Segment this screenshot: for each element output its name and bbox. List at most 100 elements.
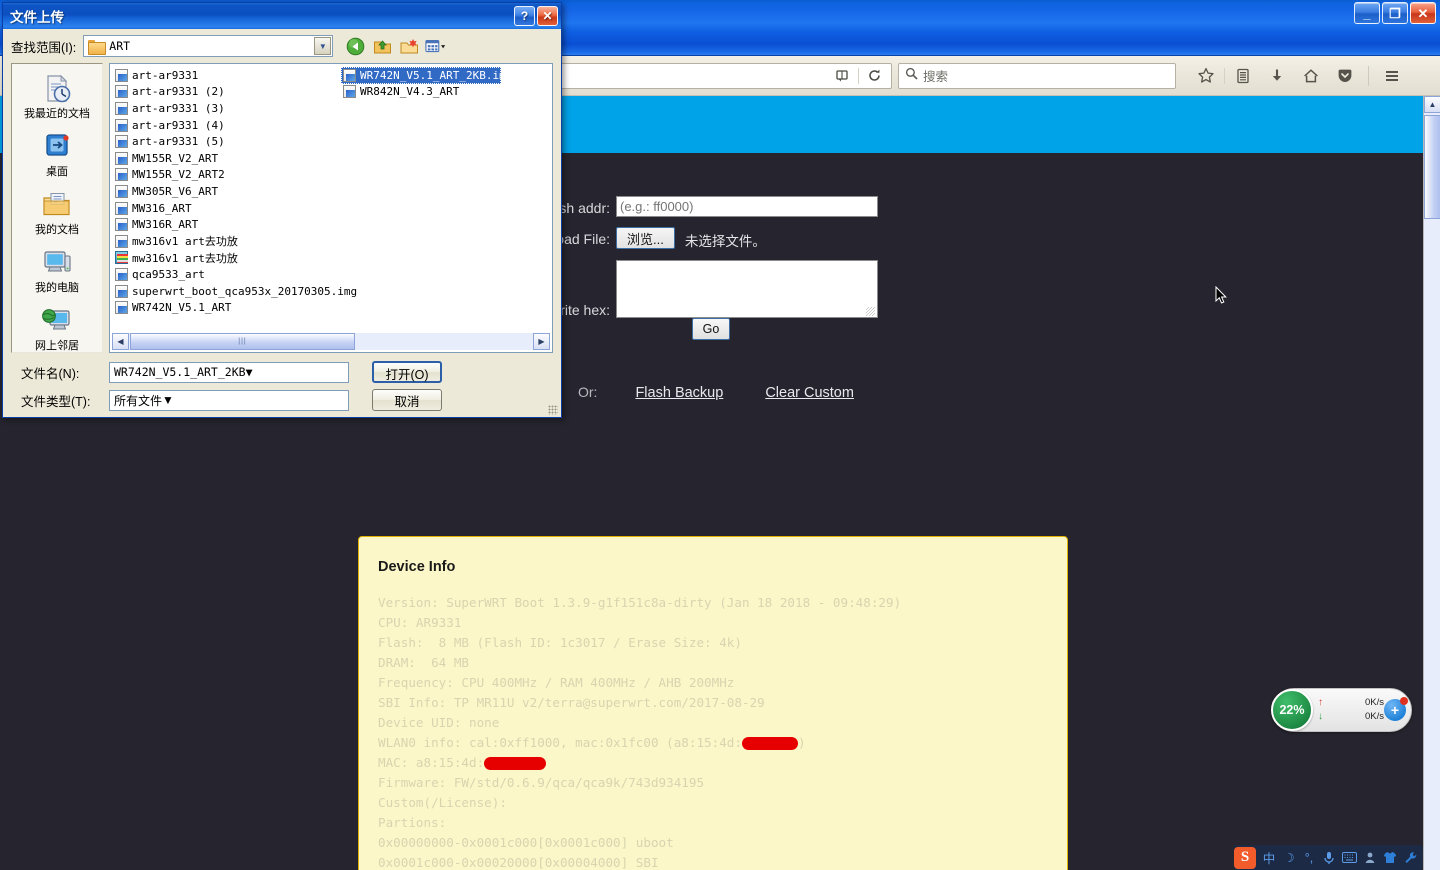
dialog-titlebar[interactable]: 文件上传 ? ✕ — [3, 3, 561, 29]
clear-custom-link[interactable]: Clear Custom — [765, 385, 854, 401]
file-name-label: mw316v1 art去功放 — [132, 235, 238, 249]
minimize-button[interactable]: _ — [1354, 2, 1380, 24]
bookmark-star-icon[interactable] — [1190, 62, 1222, 90]
close-button[interactable]: ✕ — [1410, 2, 1436, 24]
skin-icon[interactable] — [1383, 851, 1397, 864]
write-hex-textarea[interactable] — [616, 260, 878, 318]
file-list[interactable]: art-ar9331 art-ar9331 (2) art-ar9331 (3) ar… — [109, 63, 553, 353]
page-vertical-scrollbar[interactable]: ▲ — [1423, 96, 1440, 870]
file-name-label: qca9533_art — [132, 267, 205, 281]
file-list-horizontal-scrollbar[interactable]: ◀ ||| ▶ — [112, 333, 550, 350]
open-button[interactable]: 打开(O) — [372, 361, 442, 383]
sidebar-item-network-places[interactable]: 网上邻居 — [13, 306, 101, 353]
file-list-item[interactable]: art-ar9331 (5) — [113, 133, 341, 150]
file-list-item[interactable]: art-ar9331 (4) — [113, 117, 341, 134]
new-folder-button[interactable] — [398, 35, 420, 57]
file-list-item[interactable]: MW155R_V2_ART2 — [113, 167, 341, 184]
download-rate: 0K/s — [1364, 711, 1384, 722]
action-divider-2 — [1368, 65, 1369, 86]
dialog-close-button[interactable]: ✕ — [537, 6, 558, 26]
file-list-item[interactable]: WR742N_V5.1_ART — [113, 299, 341, 316]
browse-button[interactable]: 浏览... — [616, 227, 675, 249]
file-list-item[interactable]: mw316v1 art去功放 — [113, 233, 341, 250]
or-label: Or: — [578, 384, 598, 400]
filetype-combobox[interactable]: 所有文件 ▼ — [109, 389, 349, 411]
search-bar[interactable]: 搜索 — [898, 62, 1176, 89]
file-list-item[interactable]: WR742N_V5.1_ART_2KB.img — [341, 67, 512, 84]
home-icon[interactable] — [1295, 62, 1327, 90]
library-icon[interactable] — [1227, 62, 1259, 90]
downloads-icon[interactable] — [1261, 62, 1293, 90]
file-list-columns: art-ar9331 art-ar9331 (2) art-ar9331 (3) ar… — [113, 67, 549, 330]
reader-mode-icon[interactable] — [828, 64, 858, 88]
file-list-item[interactable]: art-ar9331 (2) — [113, 84, 341, 101]
file-list-item[interactable]: mw316v1 art去功放 — [113, 250, 341, 267]
views-button[interactable] — [425, 35, 447, 57]
pocket-icon[interactable] — [1329, 62, 1361, 90]
file-list-item[interactable]: art-ar9331 — [113, 67, 341, 84]
file-list-item[interactable]: qca9533_art — [113, 266, 341, 283]
soft-keyboard-icon[interactable] — [1342, 852, 1357, 863]
look-in-combobox[interactable]: ART ▼ — [83, 35, 334, 57]
dialog-resize-grip[interactable] — [548, 405, 558, 415]
sogou-ime-toolbar: S 中 ☽ °, — [1234, 845, 1423, 870]
generic-file-icon — [115, 101, 128, 115]
punctuation-icon[interactable]: °, — [1302, 851, 1316, 865]
scroll-right-button[interactable]: ▶ — [533, 333, 550, 350]
scroll-left-button[interactable]: ◀ — [112, 333, 129, 350]
h-scrollbar-thumb[interactable]: ||| — [130, 333, 355, 350]
device-info-line: MAC: a8:15:4d: — [378, 755, 485, 770]
expand-widget-button[interactable]: + — [1384, 697, 1408, 721]
device-info-text: Version: SuperWRT Boot 1.3.9-g1f151c8a-d… — [378, 595, 902, 870]
moon-icon[interactable]: ☽ — [1282, 850, 1296, 865]
file-list-item[interactable]: MW155R_V2_ART — [113, 150, 341, 167]
device-info-title: Device Info — [378, 559, 456, 575]
cancel-button[interactable]: 取消 — [372, 389, 442, 411]
up-one-level-button[interactable] — [371, 35, 393, 57]
scrollbar-thumb[interactable] — [1424, 115, 1440, 219]
dialog-title-buttons: ? ✕ — [514, 6, 561, 26]
device-info-line: CPU: AR9331 — [378, 615, 462, 630]
sidebar-item-my-computer[interactable]: 我的电脑 — [13, 248, 101, 295]
restore-button[interactable]: ❐ — [1382, 2, 1408, 24]
filename-combobox[interactable]: WR742N_V5.1_ART_2KB ▼ — [109, 361, 349, 383]
file-list-item[interactable]: WR842N_V4.3_ART — [341, 84, 552, 101]
file-list-item[interactable]: art-ar9331 (3) — [113, 100, 341, 117]
textarea-resize-grip[interactable] — [866, 307, 875, 316]
filetype-label: 文件类型(T): — [21, 394, 91, 409]
sidebar-item-recent-documents[interactable]: 我最近的文档 — [13, 74, 101, 121]
sogou-logo-icon[interactable]: S — [1234, 846, 1256, 869]
sidebar-label-desktop: 桌面 — [46, 166, 68, 178]
voice-input-icon[interactable] — [1322, 851, 1336, 865]
user-icon[interactable] — [1363, 851, 1377, 864]
look-in-dropdown-arrow-icon[interactable]: ▼ — [314, 37, 332, 55]
address-bar[interactable] — [560, 62, 892, 89]
sidebar-item-my-documents[interactable]: 我的文档 — [13, 190, 101, 237]
flash-addr-input[interactable] — [616, 196, 878, 217]
network-places-icon — [41, 306, 73, 336]
network-speed-widget[interactable]: 22% ↑ 0K/s ↓ 0K/s + — [1271, 688, 1412, 732]
chinese-mode-icon[interactable]: 中 — [1262, 848, 1276, 867]
flash-backup-link[interactable]: Flash Backup — [635, 385, 723, 401]
file-list-item[interactable]: MW305R_V6_ART — [113, 183, 341, 200]
filetype-dropdown-arrow-icon[interactable]: ▼ — [162, 393, 174, 407]
generic-file-icon — [115, 151, 128, 165]
go-button[interactable]: Go — [692, 318, 730, 340]
places-sidebar: 我最近的文档 桌面 我的文档 我的电脑 网上邻居 — [11, 63, 103, 353]
file-name-label: WR842N_V4.3_ART — [360, 85, 460, 99]
filename-dropdown-arrow-icon[interactable]: ▼ — [246, 365, 253, 379]
reload-icon[interactable] — [859, 64, 889, 88]
back-button[interactable] — [344, 35, 366, 57]
file-list-item[interactable]: superwrt_boot_qca953x_20170305.img — [113, 283, 357, 300]
file-name-label: MW316R_ART — [132, 218, 199, 232]
device-info-line: Version: SuperWRT Boot 1.3.9-g1f151c8a-d… — [378, 595, 902, 610]
scrollbar-track[interactable] — [1424, 113, 1440, 870]
scroll-up-button[interactable]: ▲ — [1424, 96, 1440, 113]
sidebar-item-desktop[interactable]: 桌面 — [13, 132, 101, 179]
help-button[interactable]: ? — [514, 6, 535, 26]
settings-wrench-icon[interactable] — [1403, 851, 1417, 864]
file-list-item[interactable]: MW316R_ART — [113, 216, 341, 233]
file-list-item[interactable]: MW316_ART — [113, 200, 341, 217]
menu-hamburger-icon[interactable] — [1376, 62, 1408, 90]
file-name-label: WR742N_V5.1_ART_2KB.img — [360, 68, 513, 82]
